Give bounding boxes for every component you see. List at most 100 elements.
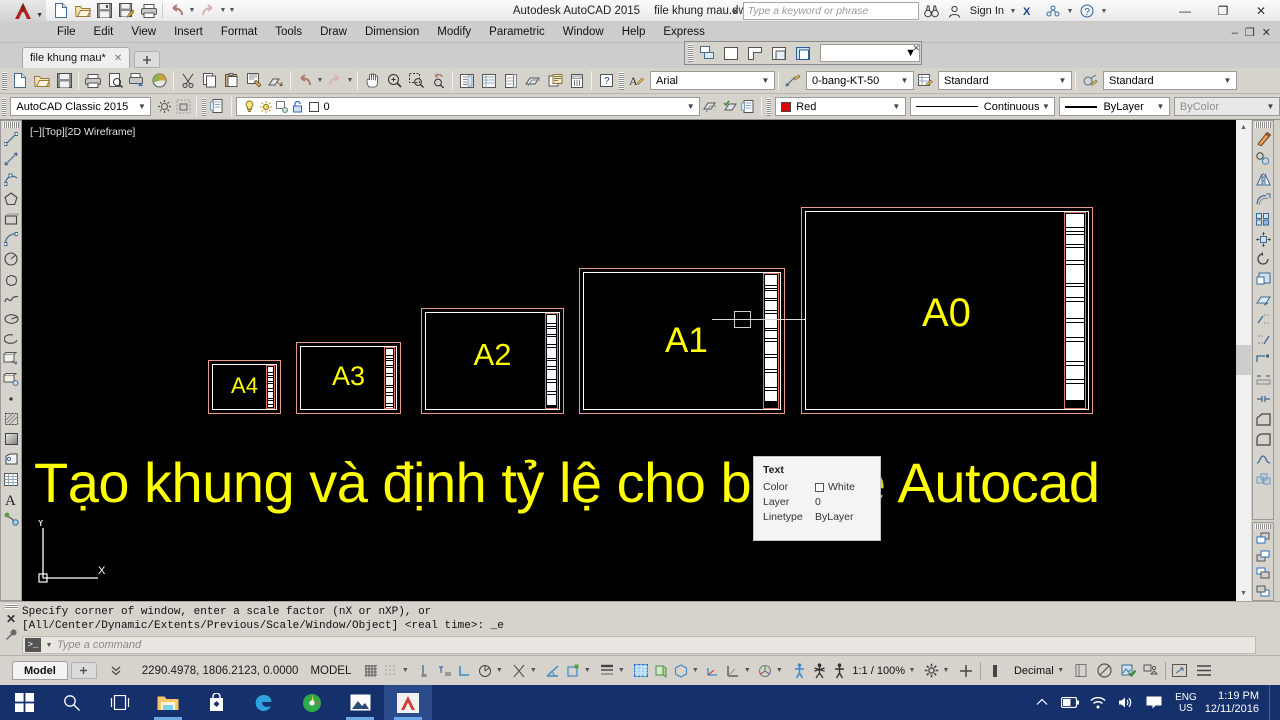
modify-explode-button[interactable] <box>1253 469 1273 489</box>
std-open-button[interactable] <box>31 70 53 92</box>
sign-in-button[interactable]: Sign In <box>968 5 1006 17</box>
table-style-button[interactable] <box>914 70 936 92</box>
modify-break-at-point-button[interactable] <box>1253 349 1273 369</box>
menu-draw[interactable]: Draw <box>311 22 356 43</box>
std-redo-button[interactable] <box>324 70 346 92</box>
modify-chamfer-button[interactable] <box>1253 409 1273 429</box>
draw-add-selected-button[interactable] <box>1 509 21 529</box>
draw-polygon-button[interactable] <box>1 189 21 209</box>
std-plot-preview-button[interactable] <box>104 70 126 92</box>
bring-to-front-button[interactable] <box>1253 530 1273 547</box>
share-caret-icon[interactable]: ▼ <box>1066 8 1074 15</box>
layer-freeze-icon[interactable] <box>258 99 274 115</box>
std-save-button[interactable] <box>53 70 75 92</box>
workspace-combo[interactable]: AutoCAD Classic 2015 ▼ <box>10 97 152 116</box>
taskbar-search-button[interactable] <box>48 685 96 720</box>
viewport-controls-label[interactable]: [−][Top][2D Wireframe] <box>30 126 135 138</box>
clean-screen-button[interactable] <box>1170 660 1190 682</box>
photos-button[interactable] <box>336 685 384 720</box>
action-center-button[interactable] <box>1141 685 1167 720</box>
draw-toolbar-grip[interactable] <box>3 122 19 128</box>
annotation-monitor-button[interactable] <box>985 660 1005 682</box>
polar-tracking-toggle[interactable] <box>475 660 495 682</box>
lineweight-toggle[interactable] <box>597 660 617 682</box>
qat-plot-button[interactable] <box>138 1 159 21</box>
frame-a2[interactable]: A2 <box>421 308 564 414</box>
std-pan-button[interactable] <box>361 70 383 92</box>
draw-construction-line-button[interactable] <box>1 149 21 169</box>
scroll-up-arrow-icon[interactable]: ▲ <box>1236 120 1251 135</box>
menu-tools[interactable]: Tools <box>266 22 311 43</box>
layer-combo[interactable]: 0 ▼ <box>235 97 701 116</box>
ucs-caret-icon[interactable]: ▼ <box>743 667 751 674</box>
modify-trim-button[interactable] <box>1253 309 1273 329</box>
workspace-lock-button[interactable] <box>174 96 193 118</box>
draw-arc-button[interactable] <box>1 229 21 249</box>
draw-rectangle-button[interactable] <box>1 209 21 229</box>
undo-dropdown-caret-icon[interactable]: ▼ <box>188 7 196 14</box>
std-plot-button[interactable] <box>82 70 104 92</box>
frame-a1[interactable]: A1 <box>579 268 785 414</box>
four-viewports-button[interactable] <box>791 43 815 63</box>
show-desktop-button[interactable] <box>1269 685 1276 720</box>
viewport-config-combo[interactable]: ▼ <box>820 44 920 62</box>
polar-settings-caret-icon[interactable]: ▼ <box>495 667 503 674</box>
start-button[interactable] <box>0 685 48 720</box>
single-viewport-button[interactable] <box>719 43 743 63</box>
workspace-switching-button[interactable] <box>922 660 942 682</box>
std-properties-button[interactable] <box>456 70 478 92</box>
workspace-caret-icon[interactable]: ▼ <box>942 667 950 674</box>
redo-dropdown-caret-icon[interactable]: ▼ <box>219 7 227 14</box>
command-input[interactable]: >_ ▼ Type a command <box>22 636 1256 654</box>
network-button[interactable] <box>1085 685 1111 720</box>
search-button[interactable] <box>922 2 942 21</box>
unikey-button[interactable] <box>288 685 336 720</box>
command-line-close-icon[interactable]: ✕ <box>6 612 16 626</box>
infer-constraints-toggle[interactable] <box>415 660 435 682</box>
table-style-combo[interactable]: Standard ▼ <box>938 71 1072 90</box>
otrack-settings-caret-icon[interactable]: ▼ <box>583 667 591 674</box>
std-zoom-realtime-button[interactable] <box>383 70 405 92</box>
doc-restore-button[interactable]: ❐ <box>1245 26 1255 39</box>
minimize-button[interactable]: — <box>1166 0 1204 22</box>
draw-polyline-button[interactable] <box>1 169 21 189</box>
object-snap-toggle[interactable] <box>509 660 529 682</box>
dimension-style-combo[interactable]: 0-bang-KT-50 ▼ <box>806 71 914 90</box>
language-indicator[interactable]: ENG US <box>1169 692 1203 714</box>
std-designcenter-button[interactable] <box>478 70 500 92</box>
draw-ellipse-arc-button[interactable] <box>1 329 21 349</box>
menu-insert[interactable]: Insert <box>165 22 212 43</box>
coordinates-display[interactable]: 2290.4978, 1806.2123, 0.0000 <box>142 665 299 677</box>
frame-a0[interactable]: A0 <box>801 207 1093 414</box>
units-value[interactable]: Decimal <box>1011 665 1057 677</box>
restore-button[interactable]: ❐ <box>1204 0 1242 22</box>
modify-move-button[interactable] <box>1253 229 1273 249</box>
drawing-canvas[interactable]: [−][Top][2D Wireframe] A4 A3 A2 A1 A0 Tạ… <box>22 120 1236 601</box>
linetype-combo[interactable]: Continuous ▼ <box>909 97 1056 116</box>
close-button[interactable]: ✕ <box>1242 0 1280 22</box>
units-caret-icon[interactable]: ▼ <box>1057 667 1065 674</box>
draw-point-button[interactable] <box>1 389 21 409</box>
ortho-mode-toggle[interactable] <box>455 660 475 682</box>
graphics-performance-button[interactable] <box>1119 660 1139 682</box>
std-tool-palettes-button[interactable] <box>500 70 522 92</box>
command-line-options-icon[interactable] <box>5 629 18 645</box>
qat-save-as-button[interactable] <box>116 1 137 21</box>
selection-cycling-toggle[interactable] <box>651 660 671 682</box>
isolate-toggle-button[interactable] <box>1141 660 1161 682</box>
standard-toolbar-grip[interactable] <box>2 71 7 90</box>
object-color-combo[interactable]: Red ▼ <box>775 97 906 116</box>
space-mode-label[interactable]: MODEL <box>310 665 351 677</box>
dimension-style-button[interactable] <box>782 70 804 92</box>
workspace-settings-button[interactable] <box>154 96 173 118</box>
modify-toolbar-grip[interactable] <box>1255 122 1271 128</box>
menu-edit[interactable]: Edit <box>85 22 123 43</box>
layout-overflow-button[interactable] <box>106 660 126 682</box>
send-under-object-button[interactable] <box>1253 583 1273 600</box>
help-button[interactable]: ? <box>1077 2 1097 21</box>
workspaces-toolbar-grip[interactable] <box>2 97 7 116</box>
annotation-scale-caret-icon[interactable]: ▼ <box>908 667 916 674</box>
autoscale-toggle[interactable] <box>809 660 829 682</box>
text-style-combo[interactable]: Arial ▼ <box>650 71 775 90</box>
quick-properties-button[interactable] <box>1071 660 1091 682</box>
